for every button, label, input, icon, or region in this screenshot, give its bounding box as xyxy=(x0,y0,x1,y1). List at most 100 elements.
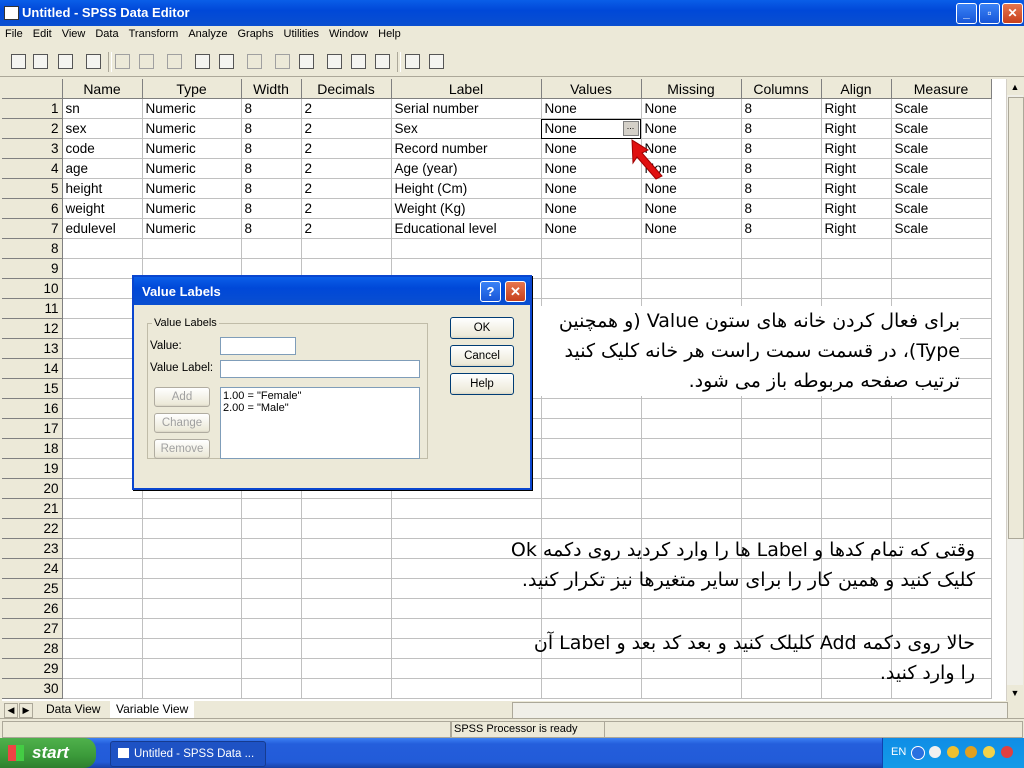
grid-cell[interactable]: None xyxy=(541,158,642,179)
row-number[interactable]: 22 xyxy=(2,518,63,539)
grid-cell[interactable]: Scale xyxy=(891,198,992,219)
close-icon[interactable]: ✕ xyxy=(505,281,526,302)
column-header[interactable]: Decimals xyxy=(301,79,392,99)
grid-cell[interactable] xyxy=(142,658,242,679)
grid-cell[interactable]: 8 xyxy=(741,118,822,139)
grid-cell[interactable]: Right xyxy=(821,218,892,239)
grid-cell[interactable] xyxy=(301,518,392,539)
insert-cases-icon[interactable] xyxy=(272,51,292,71)
menu-file[interactable]: File xyxy=(0,26,28,42)
grid-cell[interactable] xyxy=(741,438,822,459)
grid-cell[interactable] xyxy=(891,278,992,299)
grid-cell[interactable] xyxy=(741,418,822,439)
grid-cell[interactable]: 2 xyxy=(301,138,392,159)
grid-cell[interactable] xyxy=(62,498,143,519)
save-icon[interactable] xyxy=(30,51,50,71)
grid-cell[interactable] xyxy=(62,398,143,419)
grid-cell[interactable]: 2 xyxy=(301,198,392,219)
row-number[interactable]: 26 xyxy=(2,598,63,619)
grid-cell[interactable]: 8 xyxy=(241,198,302,219)
grid-cell[interactable]: None xyxy=(541,98,642,119)
close-button[interactable]: ✕ xyxy=(1002,3,1023,24)
grid-cell[interactable] xyxy=(62,278,143,299)
scroll-down-icon[interactable]: ▼ xyxy=(1007,685,1023,701)
grid-cell[interactable] xyxy=(541,418,642,439)
grid-cell[interactable] xyxy=(301,578,392,599)
grid-cell[interactable]: Scale xyxy=(891,158,992,179)
tray-alert-icon[interactable] xyxy=(1001,746,1013,758)
grid-cell[interactable] xyxy=(891,478,992,499)
tab-variable-view[interactable]: Variable View xyxy=(110,701,195,718)
grid-cell[interactable] xyxy=(142,678,242,699)
grid-cell[interactable] xyxy=(241,618,302,639)
weight-cases-icon[interactable] xyxy=(348,51,368,71)
grid-cell[interactable] xyxy=(821,238,892,259)
grid-cell[interactable] xyxy=(62,678,143,699)
grid-cell[interactable]: Sex xyxy=(391,118,542,139)
grid-cell[interactable] xyxy=(62,318,143,339)
grid-cell[interactable] xyxy=(241,678,302,699)
grid-cell[interactable] xyxy=(821,278,892,299)
grid-cell[interactable] xyxy=(641,278,742,299)
grid-cell[interactable] xyxy=(142,638,242,659)
grid-cell[interactable]: Age (year) xyxy=(391,158,542,179)
column-header[interactable]: Width xyxy=(241,79,302,99)
grid-cell[interactable] xyxy=(241,238,302,259)
grid-cell[interactable]: code xyxy=(62,138,143,159)
grid-cell[interactable] xyxy=(301,598,392,619)
grid-cell[interactable] xyxy=(62,298,143,319)
grid-cell[interactable] xyxy=(241,498,302,519)
grid-cell[interactable]: Right xyxy=(821,118,892,139)
grid-cell[interactable]: 8 xyxy=(741,158,822,179)
row-number[interactable]: 20 xyxy=(2,478,63,499)
grid-cell[interactable]: Numeric xyxy=(142,198,242,219)
grid-cell[interactable] xyxy=(241,518,302,539)
grid-cell[interactable]: Numeric xyxy=(142,98,242,119)
grid-cell[interactable] xyxy=(821,478,892,499)
grid-cell[interactable] xyxy=(541,438,642,459)
grid-cell[interactable] xyxy=(241,578,302,599)
grid-cell[interactable] xyxy=(62,478,143,499)
grid-cell[interactable]: Right xyxy=(821,158,892,179)
grid-cell[interactable] xyxy=(301,498,392,519)
grid-cell[interactable] xyxy=(142,578,242,599)
column-header[interactable]: Measure xyxy=(891,79,992,99)
grid-cell[interactable] xyxy=(641,238,742,259)
grid-cell[interactable]: Scale xyxy=(891,178,992,199)
row-number[interactable]: 9 xyxy=(2,258,63,279)
grid-cell[interactable]: 2 xyxy=(301,158,392,179)
grid-cell[interactable] xyxy=(641,498,742,519)
grid-cell[interactable]: weight xyxy=(62,198,143,219)
row-number[interactable]: 15 xyxy=(2,378,63,399)
menu-data[interactable]: Data xyxy=(90,26,123,42)
column-header[interactable]: Values xyxy=(541,79,642,99)
grid-cell[interactable]: None xyxy=(641,178,742,199)
grid-cell[interactable]: edulevel xyxy=(62,218,143,239)
row-number[interactable]: 12 xyxy=(2,318,63,339)
ellipsis-button-icon[interactable]: ... xyxy=(622,121,639,136)
grid-cell[interactable] xyxy=(541,458,642,479)
tray-update-icon[interactable] xyxy=(983,746,995,758)
grid-cell[interactable] xyxy=(741,238,822,259)
grid-cell[interactable]: 2 xyxy=(301,178,392,199)
taskbar-spss-item[interactable]: Untitled - SPSS Data ... xyxy=(110,741,266,767)
grid-cell[interactable] xyxy=(391,498,542,519)
variables-icon[interactable] xyxy=(216,51,236,71)
grid-cell[interactable]: 8 xyxy=(741,98,822,119)
goto-case-icon[interactable] xyxy=(192,51,212,71)
grid-cell[interactable] xyxy=(891,398,992,419)
row-number[interactable]: 29 xyxy=(2,658,63,679)
grid-cell[interactable] xyxy=(641,598,742,619)
grid-cell[interactable] xyxy=(142,618,242,639)
grid-cell[interactable]: None xyxy=(641,218,742,239)
grid-cell[interactable]: Serial number xyxy=(391,98,542,119)
grid-cell[interactable] xyxy=(641,418,742,439)
grid-cell[interactable] xyxy=(301,238,392,259)
grid-cell[interactable] xyxy=(641,398,742,419)
grid-cell[interactable] xyxy=(641,478,742,499)
grid-cell[interactable] xyxy=(62,598,143,619)
values-cell-selected[interactable]: None... xyxy=(541,118,642,139)
grid-cell[interactable]: Weight (Kg) xyxy=(391,198,542,219)
grid-cell[interactable] xyxy=(541,258,642,279)
grid-cell[interactable] xyxy=(541,498,642,519)
